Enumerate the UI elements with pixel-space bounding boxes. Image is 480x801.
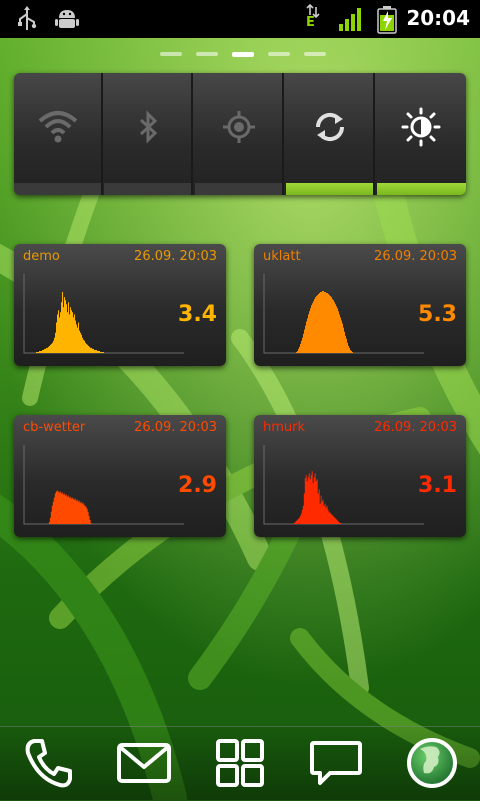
message-icon <box>310 741 362 785</box>
phone-icon <box>25 739 72 788</box>
battery-charging-icon <box>377 6 397 34</box>
dock-browser-button[interactable] <box>404 735 460 791</box>
brightness-icon <box>401 107 441 147</box>
app-grid-icon <box>216 739 264 787</box>
gps-icon <box>223 111 255 143</box>
graph-widget-timestamp: 26.09. 20:03 <box>134 420 217 435</box>
plot-area <box>265 291 425 353</box>
plot-area <box>25 490 185 524</box>
graph-widget-plot <box>263 445 425 525</box>
graph-widget-title: cb-wetter <box>23 420 86 435</box>
graph-widget-title: uklatt <box>263 249 301 264</box>
toggle-sync-indicator <box>286 183 373 195</box>
graph-widget-plot <box>23 445 185 525</box>
graph-widget-timestamp: 26.09. 20:03 <box>374 420 457 435</box>
page-dot <box>196 52 218 56</box>
page-dot <box>268 52 290 56</box>
status-bar: E 20:04 <box>0 0 480 38</box>
toggle-wifi-indicator <box>14 183 101 195</box>
graph-widget-value: 2.9 <box>178 473 217 498</box>
graph-widget-title: hmurk <box>263 420 306 435</box>
dock <box>0 726 480 801</box>
android-debug-icon <box>55 10 79 28</box>
power-control-widget <box>14 73 466 195</box>
toggle-sync[interactable] <box>286 73 375 195</box>
graph-widget-uklatt[interactable]: uklatt 26.09. 20:03 5.3 <box>254 244 466 366</box>
toggle-gps[interactable] <box>195 73 284 195</box>
signal-icon <box>339 8 361 31</box>
dock-messaging-button[interactable] <box>308 735 364 791</box>
toggle-gps-indicator <box>195 183 282 195</box>
graph-widget-value: 5.3 <box>418 302 457 327</box>
globe-icon <box>407 738 457 788</box>
page-indicator <box>0 52 480 60</box>
graph-widget-title: demo <box>23 249 60 264</box>
plot-axis <box>23 274 184 354</box>
wifi-icon <box>38 111 78 143</box>
graph-widget-value: 3.1 <box>418 473 457 498</box>
graph-widget-plot <box>23 274 185 354</box>
plot-area <box>25 292 185 353</box>
page-dot <box>304 52 326 56</box>
toggle-brightness-indicator <box>377 183 466 195</box>
clock-time: 20:04 <box>406 6 470 30</box>
sync-icon <box>315 112 345 142</box>
network-type-label: E <box>306 15 315 30</box>
graph-widget-demo[interactable]: demo 26.09. 20:03 3.4 <box>14 244 226 366</box>
graph-widget-cb-wetter[interactable]: cb-wetter 26.09. 20:03 2.9 <box>14 415 226 537</box>
dock-phone-button[interactable] <box>20 735 76 791</box>
graph-widget-hmurk[interactable]: hmurk 26.09. 20:03 3.1 <box>254 415 466 537</box>
dock-app-drawer-button[interactable] <box>212 735 268 791</box>
usb-icon <box>18 6 37 30</box>
plot-axis <box>263 445 424 525</box>
plot-axis <box>23 445 184 525</box>
plot-area <box>265 471 425 524</box>
mail-icon <box>117 743 171 783</box>
graph-widget-timestamp: 26.09. 20:03 <box>134 249 217 264</box>
bluetooth-icon <box>139 110 158 144</box>
toggle-wifi[interactable] <box>14 73 103 195</box>
graph-widget-timestamp: 26.09. 20:03 <box>374 249 457 264</box>
toggle-brightness[interactable] <box>377 73 466 195</box>
graph-widget-value: 3.4 <box>178 302 217 327</box>
dock-email-button[interactable] <box>116 735 172 791</box>
toggle-bluetooth-indicator <box>104 183 191 195</box>
toggle-bluetooth[interactable] <box>104 73 193 195</box>
graph-widget-plot <box>263 274 425 354</box>
page-dot <box>160 52 182 56</box>
page-dot-active <box>232 52 254 57</box>
